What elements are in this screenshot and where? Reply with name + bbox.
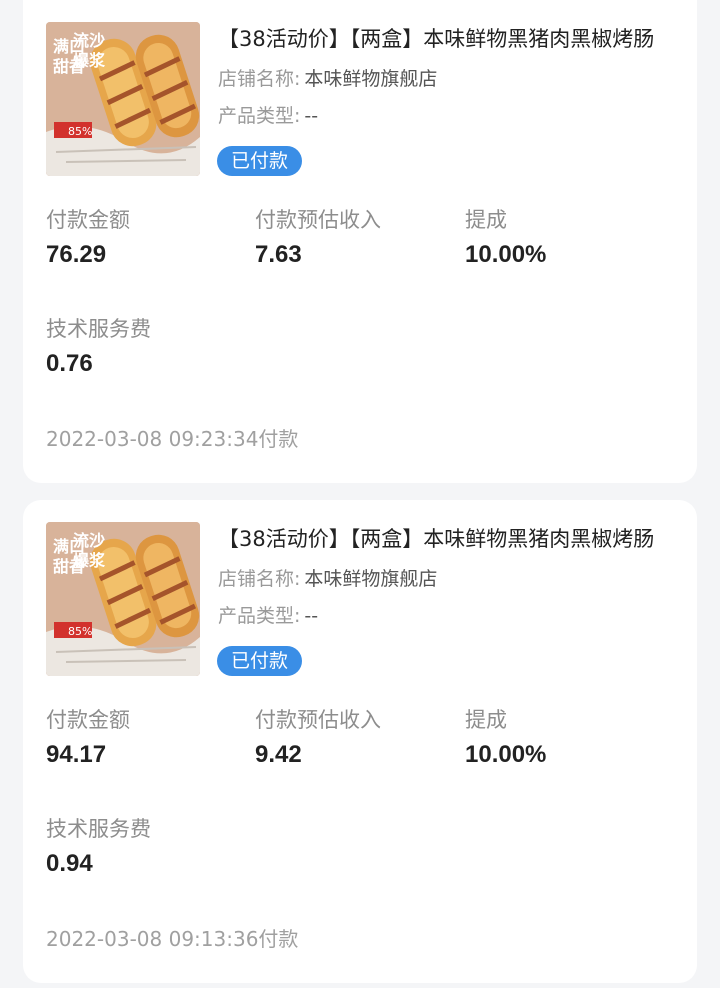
service-fee: 技术服务费 0.76: [46, 314, 151, 380]
shop-row: 店铺名称: 本味鲜物旗舰店: [218, 64, 437, 94]
type-label: 产品类型:: [218, 605, 301, 627]
est-income: 付款预估收入 7.63: [255, 205, 381, 271]
status-badge: 已付款: [217, 146, 303, 176]
product-thumbnail[interactable]: 流沙 爆浆 满口 甜香 85%: [46, 22, 200, 176]
service-fee-value: 0.76: [46, 350, 93, 377]
service-fee-value: 0.94: [46, 850, 93, 877]
type-value: --: [304, 105, 319, 127]
shop-row: 店铺名称: 本味鲜物旗舰店: [218, 564, 437, 594]
commission: 提成 10.00%: [465, 705, 546, 771]
commission: 提成 10.00%: [465, 205, 546, 271]
product-title[interactable]: 【38活动价】【两盒】本味鲜物黑猪肉黑椒烤肠: [218, 522, 678, 556]
pay-amount-label: 付款金额: [46, 208, 130, 232]
thumb-text: 甜香: [53, 57, 86, 76]
shop-label: 店铺名称:: [218, 568, 301, 590]
product-title[interactable]: 【38活动价】【两盒】本味鲜物黑猪肉黑椒烤肠: [218, 22, 678, 56]
shop-name: 本味鲜物旗舰店: [304, 68, 438, 90]
paid-time: 2022-03-08 09:23:34付款: [46, 427, 299, 451]
order-card[interactable]: 流沙 爆浆 满口 甜香 85% 【38活动价】【两盒】本味鲜物黑猪肉黑椒烤肠 店…: [23, 0, 697, 483]
order-card[interactable]: 流沙 爆浆 满口 甜香 85% 【38活动价】【两盒】本味鲜物黑猪肉黑椒烤肠 店…: [23, 500, 697, 983]
pay-amount-value: 94.17: [46, 741, 107, 768]
service-fee: 技术服务费 0.94: [46, 814, 151, 880]
product-image: 流沙 爆浆 满口 甜香 85%: [46, 522, 200, 676]
pay-amount: 付款金额 76.29: [46, 205, 130, 271]
est-income-label: 付款预估收入: [255, 208, 381, 232]
thumb-text: 满口: [53, 37, 85, 56]
est-income-value: 7.63: [255, 241, 302, 268]
thumb-badge: 85%: [68, 125, 92, 138]
type-row: 产品类型: --: [218, 101, 318, 131]
thumb-text: 满口: [53, 537, 85, 556]
est-income-label: 付款预估收入: [255, 708, 381, 732]
type-value: --: [304, 605, 319, 627]
pay-amount-label: 付款金额: [46, 708, 130, 732]
product-image: 流沙 爆浆 满口 甜香 85%: [46, 22, 200, 176]
status-badge: 已付款: [217, 646, 303, 676]
service-fee-label: 技术服务费: [46, 317, 151, 341]
service-fee-label: 技术服务费: [46, 817, 151, 841]
thumb-text: 甜香: [53, 557, 86, 576]
product-thumbnail[interactable]: 流沙 爆浆 满口 甜香 85%: [46, 522, 200, 676]
pay-amount-value: 76.29: [46, 241, 107, 268]
commission-label: 提成: [465, 708, 507, 732]
shop-name: 本味鲜物旗舰店: [304, 568, 438, 590]
est-income: 付款预估收入 9.42: [255, 705, 381, 771]
pay-amount: 付款金额 94.17: [46, 705, 130, 771]
shop-label: 店铺名称:: [218, 68, 301, 90]
est-income-value: 9.42: [255, 741, 302, 768]
paid-time: 2022-03-08 09:13:36付款: [46, 927, 299, 951]
commission-value: 10.00%: [465, 241, 547, 268]
type-label: 产品类型:: [218, 105, 301, 127]
type-row: 产品类型: --: [218, 601, 318, 631]
thumb-badge: 85%: [68, 625, 92, 638]
commission-value: 10.00%: [465, 741, 547, 768]
commission-label: 提成: [465, 208, 507, 232]
